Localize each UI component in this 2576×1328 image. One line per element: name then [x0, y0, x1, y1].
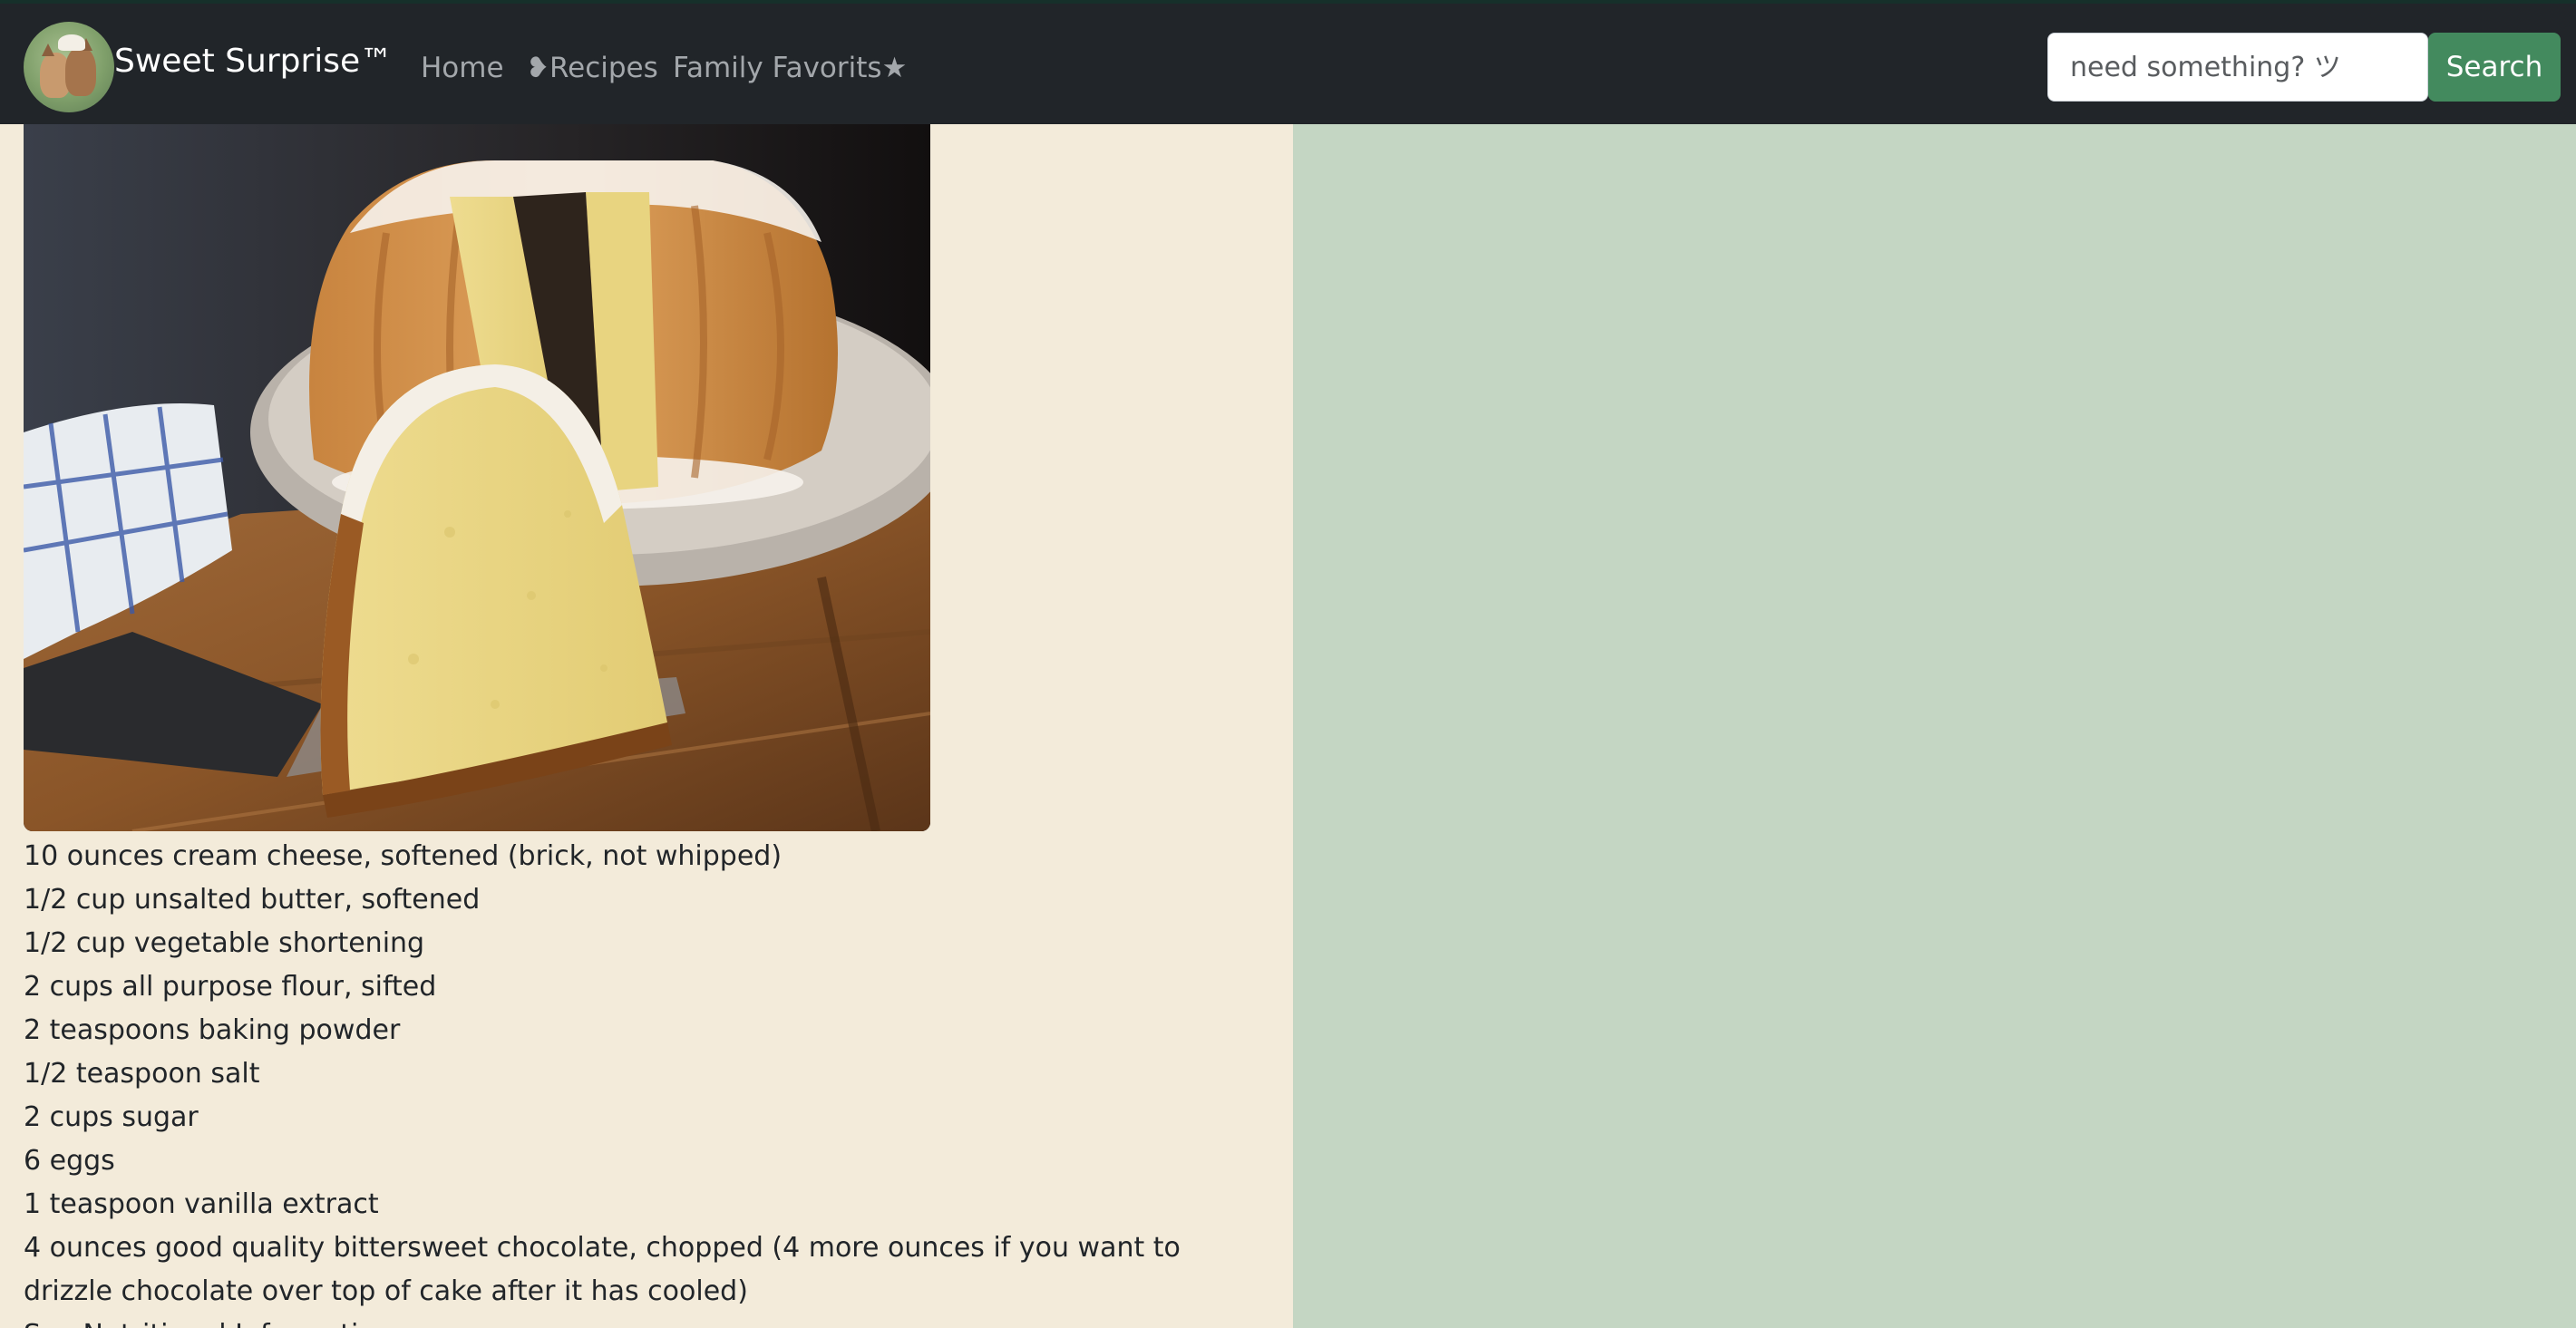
list-item: 1 teaspoon vanilla extract — [24, 1188, 379, 1220]
search-button[interactable]: Search — [2428, 33, 2561, 102]
list-item: See Nutritional Information — [24, 1313, 1275, 1328]
recipe-image — [24, 124, 930, 831]
list-item: 6 eggs — [24, 1145, 115, 1177]
list-item: 2 cups sugar — [24, 1101, 199, 1133]
search-input[interactable] — [2047, 33, 2428, 102]
cats-logo-icon[interactable] — [24, 22, 114, 112]
nav-link-home[interactable]: Home — [421, 54, 504, 82]
list-item: 10 ounces cream cheese, softened (brick,… — [24, 840, 783, 872]
navbar: Sweet Surprise™ Home ❥Recipes Family Fav… — [0, 0, 2576, 124]
brand-name[interactable]: Sweet Surprise™ — [114, 45, 393, 78]
list-item: 1/2 teaspoon salt — [24, 1058, 260, 1090]
list-item: 1/2 cup vegetable shortening — [24, 927, 425, 959]
ingredients-list: 10 ounces cream cheese, softened (brick,… — [24, 835, 1275, 1328]
list-item: 1/2 cup unsalted butter, softened — [24, 884, 481, 916]
list-item: 2 cups all purpose flour, sifted — [24, 971, 437, 1003]
list-item: 2 teaspoons baking powder — [24, 1014, 401, 1046]
recipe-panel: 10 ounces cream cheese, softened (brick,… — [0, 124, 1293, 1328]
nav-link-recipes[interactable]: ❥Recipes — [526, 54, 658, 82]
list-item: 4 ounces good quality bittersweet chocol… — [24, 1232, 1181, 1307]
nav-link-family-favorites[interactable]: Family Favorits★ — [673, 54, 907, 82]
